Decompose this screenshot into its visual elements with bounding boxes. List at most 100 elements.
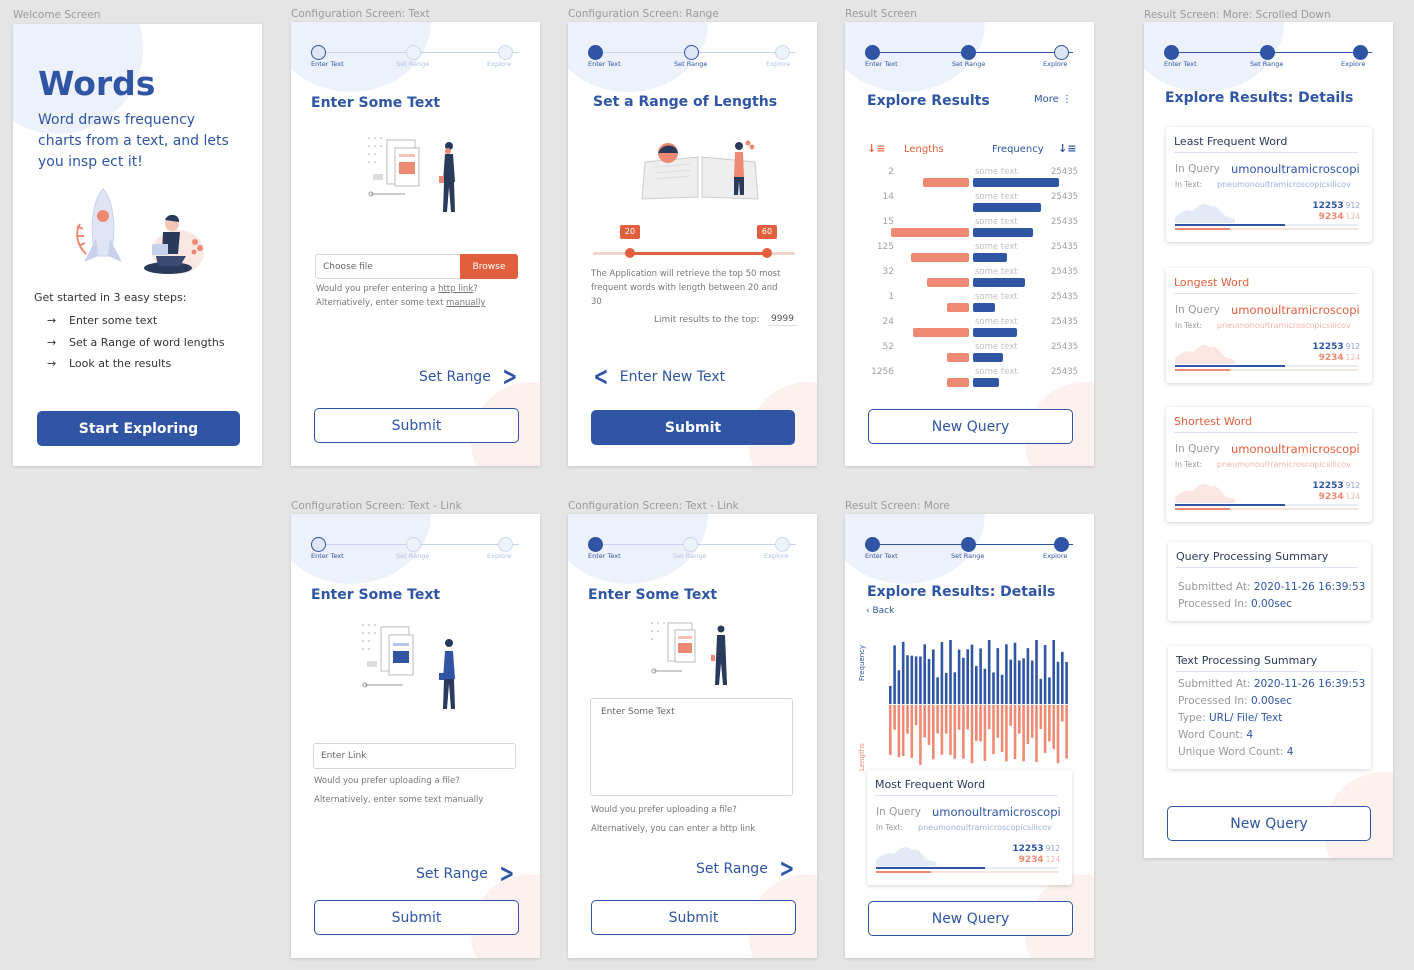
submit-button[interactable]: Submit bbox=[591, 900, 796, 935]
manual-link[interactable]: manually bbox=[446, 298, 485, 308]
new-query-button[interactable]: New Query bbox=[1167, 806, 1371, 841]
length-bar bbox=[962, 705, 965, 759]
set-range-link[interactable]: Set Range > bbox=[416, 861, 518, 887]
length-bar bbox=[979, 705, 982, 742]
range-handle-max[interactable] bbox=[762, 248, 772, 258]
in-query-label: In Query bbox=[876, 806, 921, 818]
range-handle-min[interactable] bbox=[625, 248, 635, 258]
length-bar bbox=[975, 705, 978, 741]
step-dot-enter-text bbox=[865, 537, 880, 552]
desc-line: 30 bbox=[591, 297, 602, 307]
screen-title: Enter Some Text bbox=[311, 587, 441, 603]
frequency-bar bbox=[1175, 365, 1358, 367]
submit-button[interactable]: Submit bbox=[314, 408, 519, 443]
upload-file-hint[interactable]: Would you prefer uploading a file? bbox=[591, 805, 737, 815]
arrow-right-icon: → bbox=[47, 336, 57, 349]
frequency-bar bbox=[1052, 640, 1055, 704]
most-frequent-card: Most Frequent Word In Query umonoultrami… bbox=[867, 770, 1072, 885]
frame-label-config-range: Configuration Screen: Range bbox=[568, 8, 719, 20]
row-value: 2020-11-26 16:39:53 bbox=[1253, 678, 1366, 690]
submit-button[interactable]: Submit bbox=[591, 410, 795, 445]
set-range-link[interactable]: Set Range > bbox=[419, 364, 521, 390]
frequency-bar bbox=[893, 645, 896, 704]
limit-input[interactable]: 9999 bbox=[768, 312, 797, 326]
new-query-button[interactable]: New Query bbox=[868, 901, 1073, 936]
text-area[interactable]: Enter Some Text bbox=[590, 698, 793, 796]
frequency-bar bbox=[927, 658, 931, 704]
count-sub: 124 bbox=[1345, 492, 1360, 501]
frequency-bar bbox=[1065, 662, 1068, 704]
manual-text-hint[interactable]: Alternatively, enter some text manually bbox=[314, 795, 483, 805]
frequency-bar bbox=[973, 353, 1003, 362]
app-title: Words bbox=[38, 64, 156, 103]
screen-title: Enter Some Text bbox=[588, 587, 718, 603]
card-title: Least Frequent Word bbox=[1174, 135, 1288, 148]
query-word: umonoultramicroscopi bbox=[1231, 442, 1360, 456]
more-menu-button[interactable]: More ⋮ bbox=[1034, 94, 1072, 105]
column-lengths[interactable]: Lengths bbox=[904, 144, 944, 155]
row-frequency: 25435 bbox=[1051, 342, 1079, 352]
back-link[interactable]: ‹ Back bbox=[866, 606, 894, 616]
step-dot-set-range bbox=[684, 45, 699, 60]
step-dot-explore bbox=[1054, 537, 1069, 552]
frequency-bar bbox=[936, 677, 939, 704]
step-dot-enter-text bbox=[311, 537, 326, 552]
frequency-bar bbox=[1030, 660, 1034, 704]
length-bar bbox=[1175, 228, 1358, 230]
frequency-bar bbox=[1175, 224, 1358, 226]
http-link-hint[interactable]: Alternatively, you can enter a http link bbox=[591, 824, 755, 834]
step-dot-set-range bbox=[406, 45, 421, 60]
length-bar bbox=[889, 705, 892, 755]
arrow-right-icon: → bbox=[47, 357, 57, 370]
browse-button[interactable]: Browse bbox=[460, 254, 518, 279]
upload-file-hint[interactable]: Would you prefer uploading a file? bbox=[314, 776, 460, 786]
range-fill bbox=[629, 252, 767, 255]
step-label: Set a Range of word lengths bbox=[69, 336, 225, 349]
processed-in-row: Processed In: 0.00sec bbox=[1178, 598, 1292, 610]
length-bar bbox=[1175, 369, 1358, 371]
start-exploring-button[interactable]: Start Exploring bbox=[37, 411, 240, 446]
step-dot-explore bbox=[775, 537, 790, 552]
file-input[interactable]: Choose file bbox=[315, 254, 461, 279]
in-text-label: In Text: bbox=[1175, 460, 1203, 469]
least-frequent-card: Least Frequent Word In Query umonoultram… bbox=[1166, 127, 1372, 242]
submit-button[interactable]: Submit bbox=[314, 900, 519, 935]
row-text: some text bbox=[975, 342, 1018, 352]
divider bbox=[1176, 671, 1357, 672]
card-title: Shortest Word bbox=[1174, 415, 1253, 428]
frequency-count: 12253 912 bbox=[1312, 201, 1360, 211]
length-bar bbox=[1061, 705, 1064, 722]
column-frequency[interactable]: Frequency bbox=[992, 144, 1044, 155]
frequency-bar bbox=[1061, 651, 1064, 704]
screen-title: Explore Results bbox=[867, 93, 990, 109]
frequency-count: 12253 912 bbox=[1312, 342, 1360, 352]
set-range-link[interactable]: Set Range > bbox=[696, 856, 798, 882]
step-label-enter-text: Enter Text bbox=[311, 552, 344, 560]
progress-stepper: Enter Text Set Range Explore bbox=[588, 537, 803, 567]
desc-line: The Application will retrieve the top 50… bbox=[591, 269, 781, 279]
chevron-right-icon: > bbox=[502, 362, 518, 392]
count-sub: 124 bbox=[1345, 353, 1360, 362]
divider bbox=[1174, 293, 1358, 294]
enter-new-text-link[interactable]: < Enter New Text bbox=[590, 364, 725, 390]
length-bar bbox=[923, 705, 926, 738]
frequency-bar bbox=[876, 867, 1058, 869]
frequency-bar bbox=[889, 686, 892, 704]
subtitle-line: charts from a text, and lets bbox=[38, 133, 229, 149]
processed-in-row: Processed In: 0.00sec bbox=[1178, 695, 1292, 707]
sort-lengths-icon[interactable]: ↓≡ bbox=[867, 142, 885, 155]
length-count: 9234 124 bbox=[1319, 212, 1360, 222]
frequency-bar bbox=[957, 649, 961, 704]
frequency-bar bbox=[1000, 674, 1004, 704]
step-label-enter-text: Enter Text bbox=[311, 60, 344, 68]
frequency-bar bbox=[919, 656, 922, 704]
step-label-explore: Explore bbox=[764, 552, 789, 560]
link-input[interactable]: Enter Link bbox=[313, 743, 516, 769]
sort-frequency-icon[interactable]: ↓≡ bbox=[1058, 142, 1076, 155]
http-link[interactable]: http link bbox=[438, 284, 473, 294]
card-title: Query Processing Summary bbox=[1176, 550, 1329, 563]
new-query-button[interactable]: New Query bbox=[868, 409, 1073, 444]
step-label-set-range: Set Range bbox=[674, 60, 708, 68]
count-main: 12253 bbox=[1312, 342, 1344, 352]
length-bar bbox=[947, 353, 969, 362]
